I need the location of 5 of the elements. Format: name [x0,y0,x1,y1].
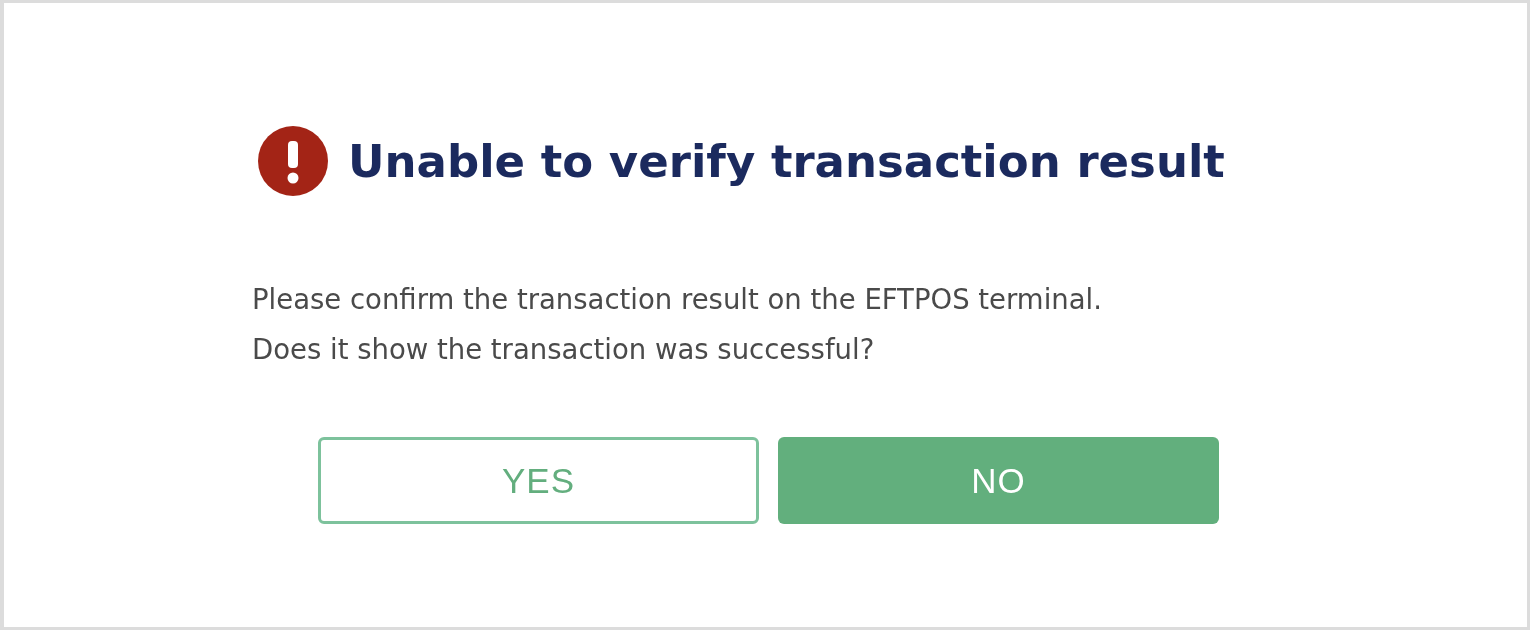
dialog-title: Unable to verify transaction result [348,134,1225,188]
alert-icon [258,126,328,196]
no-button[interactable]: NO [778,437,1219,524]
dialog-message: Please confirm the transaction result on the EFTPOS terminal. Does it show the transaction was successful? [252,282,1103,367]
yes-button[interactable]: YES [318,437,759,524]
